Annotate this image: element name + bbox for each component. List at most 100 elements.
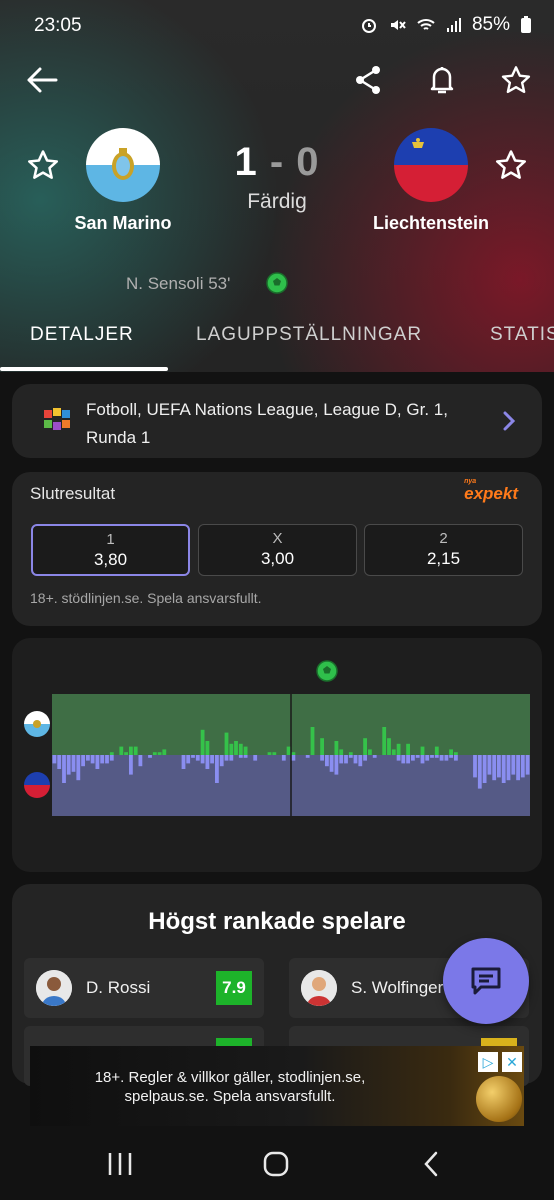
recent-apps-button[interactable] <box>100 1146 140 1182</box>
active-tab-indicator <box>0 367 168 371</box>
home-team-name[interactable]: San Marino <box>43 213 203 234</box>
status-time: 23:05 <box>34 15 82 36</box>
away-momentum-bar <box>415 755 420 758</box>
odds-value: 3,00 <box>260 549 295 568</box>
home-momentum-bar <box>391 749 396 755</box>
status-bar: 23:05 85% <box>0 0 554 52</box>
away-momentum-bar <box>129 755 133 775</box>
away-momentum-bar <box>215 755 219 783</box>
league-name: Fotboll, UEFA Nations League, League D, … <box>86 400 448 447</box>
away-momentum-bar <box>219 755 224 767</box>
away-momentum-bar <box>181 755 186 769</box>
away-momentum-flag <box>24 772 50 798</box>
bookmaker-name: expekt <box>464 484 518 503</box>
away-momentum-bar <box>195 755 200 761</box>
home-momentum-bar <box>454 752 458 755</box>
odds-home-button[interactable]: 1 3,80 <box>31 524 190 576</box>
odds-label: 1 <box>106 531 115 548</box>
odds-draw-button[interactable]: X 3,00 <box>198 524 357 576</box>
wifi-icon <box>417 19 435 30</box>
away-momentum-bar <box>396 755 401 761</box>
score-separator: - <box>269 140 285 184</box>
home-momentum-bar <box>420 746 425 755</box>
chat-button[interactable] <box>443 938 529 1024</box>
ad-close-icon[interactable]: ✕ <box>502 1052 522 1072</box>
tab-statistics[interactable]: STATIS <box>490 324 554 346</box>
tab-lineups[interactable]: LAGUPPSTÄLLNINGAR <box>196 324 422 346</box>
share-button[interactable] <box>348 60 388 100</box>
away-momentum-bar <box>501 755 506 783</box>
goal-scorer: N. Sensoli 53' <box>126 274 231 293</box>
away-momentum-bar <box>497 755 501 778</box>
advertisement-banner[interactable]: 18+. Regler & villkor gäller, stodlinjen… <box>30 1046 524 1126</box>
away-momentum-bar <box>291 755 296 761</box>
mute-icon <box>390 20 406 30</box>
favorite-match-button[interactable] <box>496 60 536 100</box>
system-nav-bar <box>0 1126 554 1200</box>
home-score: 1 <box>234 140 258 184</box>
away-momentum-bar <box>138 755 143 767</box>
home-momentum-bar <box>310 727 315 755</box>
player-row[interactable]: D. Rossi 7.9 <box>24 958 264 1018</box>
home-momentum-bar <box>434 746 439 755</box>
odds-value: 2,15 <box>426 549 461 568</box>
ad-text: 18+. Regler & villkor gäller, stodlinjen… <box>94 1069 366 1105</box>
top-players-title: Högst rankade spelare <box>148 908 406 935</box>
chevron-right-icon <box>503 411 516 431</box>
soccer-ball-icon <box>266 272 288 294</box>
away-momentum-bar <box>243 755 248 758</box>
bell-icon <box>430 67 454 94</box>
away-momentum-bar <box>482 755 487 783</box>
home-button[interactable] <box>256 1146 296 1182</box>
home-momentum-bar <box>243 746 248 755</box>
liechtenstein-flag[interactable] <box>394 128 468 202</box>
home-momentum-bar <box>119 746 124 755</box>
odds-value: 3,80 <box>93 550 128 569</box>
away-momentum-bar <box>473 755 477 778</box>
away-momentum-bar <box>62 755 66 783</box>
scoreline: 1 - 0 <box>0 140 554 185</box>
away-team-name[interactable]: Liechtenstein <box>351 213 511 234</box>
player-avatar <box>36 970 72 1006</box>
bookmaker-logo[interactable]: nya expekt <box>464 478 518 504</box>
away-momentum-bar <box>57 755 62 769</box>
away-momentum-bar <box>372 755 377 758</box>
odds-card: Slutresultat nya expekt 1 3,80 X 3,00 2 2… <box>12 472 542 626</box>
away-momentum-bar <box>411 755 415 761</box>
alarm-icon <box>361 19 376 33</box>
home-momentum-bar <box>200 729 205 755</box>
home-momentum-bar <box>267 752 272 755</box>
back-nav-button[interactable] <box>412 1146 452 1182</box>
league-card[interactable]: Fotboll, UEFA Nations League, League D, … <box>12 384 542 458</box>
back-chevron-icon <box>424 1151 438 1177</box>
home-momentum-bar <box>229 743 234 755</box>
home-momentum-bar <box>396 743 401 755</box>
away-momentum-bar <box>430 755 434 758</box>
home-momentum-bar <box>291 752 296 755</box>
battery-icon <box>521 16 531 33</box>
ad-choices-icon[interactable]: ▷ <box>478 1052 498 1072</box>
away-momentum-bar <box>516 755 520 781</box>
away-momentum-bar <box>191 755 195 758</box>
notify-button[interactable] <box>422 60 462 100</box>
golden-ball-image <box>476 1076 522 1122</box>
away-momentum-bar <box>105 755 109 764</box>
odds-away-button[interactable]: 2 2,15 <box>364 524 523 576</box>
away-momentum-bar <box>348 755 353 758</box>
away-momentum-bar <box>66 755 71 775</box>
home-momentum-bar <box>129 746 133 755</box>
tab-bar: DETALJER LAGUPPSTÄLLNINGAR STATIS <box>0 316 554 372</box>
tab-details[interactable]: DETALJER <box>30 324 134 346</box>
star-icon <box>501 66 531 94</box>
bookmaker-prefix: nya <box>464 478 477 485</box>
away-momentum-bar <box>320 755 324 761</box>
away-momentum-bar <box>281 755 286 761</box>
back-button[interactable] <box>22 60 62 100</box>
home-momentum-bar <box>234 741 238 755</box>
away-momentum-bar <box>95 755 100 769</box>
home-momentum-bar <box>205 741 210 755</box>
player-rating: 7.9 <box>216 971 252 1005</box>
favorite-away-star-icon[interactable] <box>494 148 528 182</box>
home-momentum-bar <box>286 746 291 755</box>
away-momentum-bar <box>238 755 243 758</box>
